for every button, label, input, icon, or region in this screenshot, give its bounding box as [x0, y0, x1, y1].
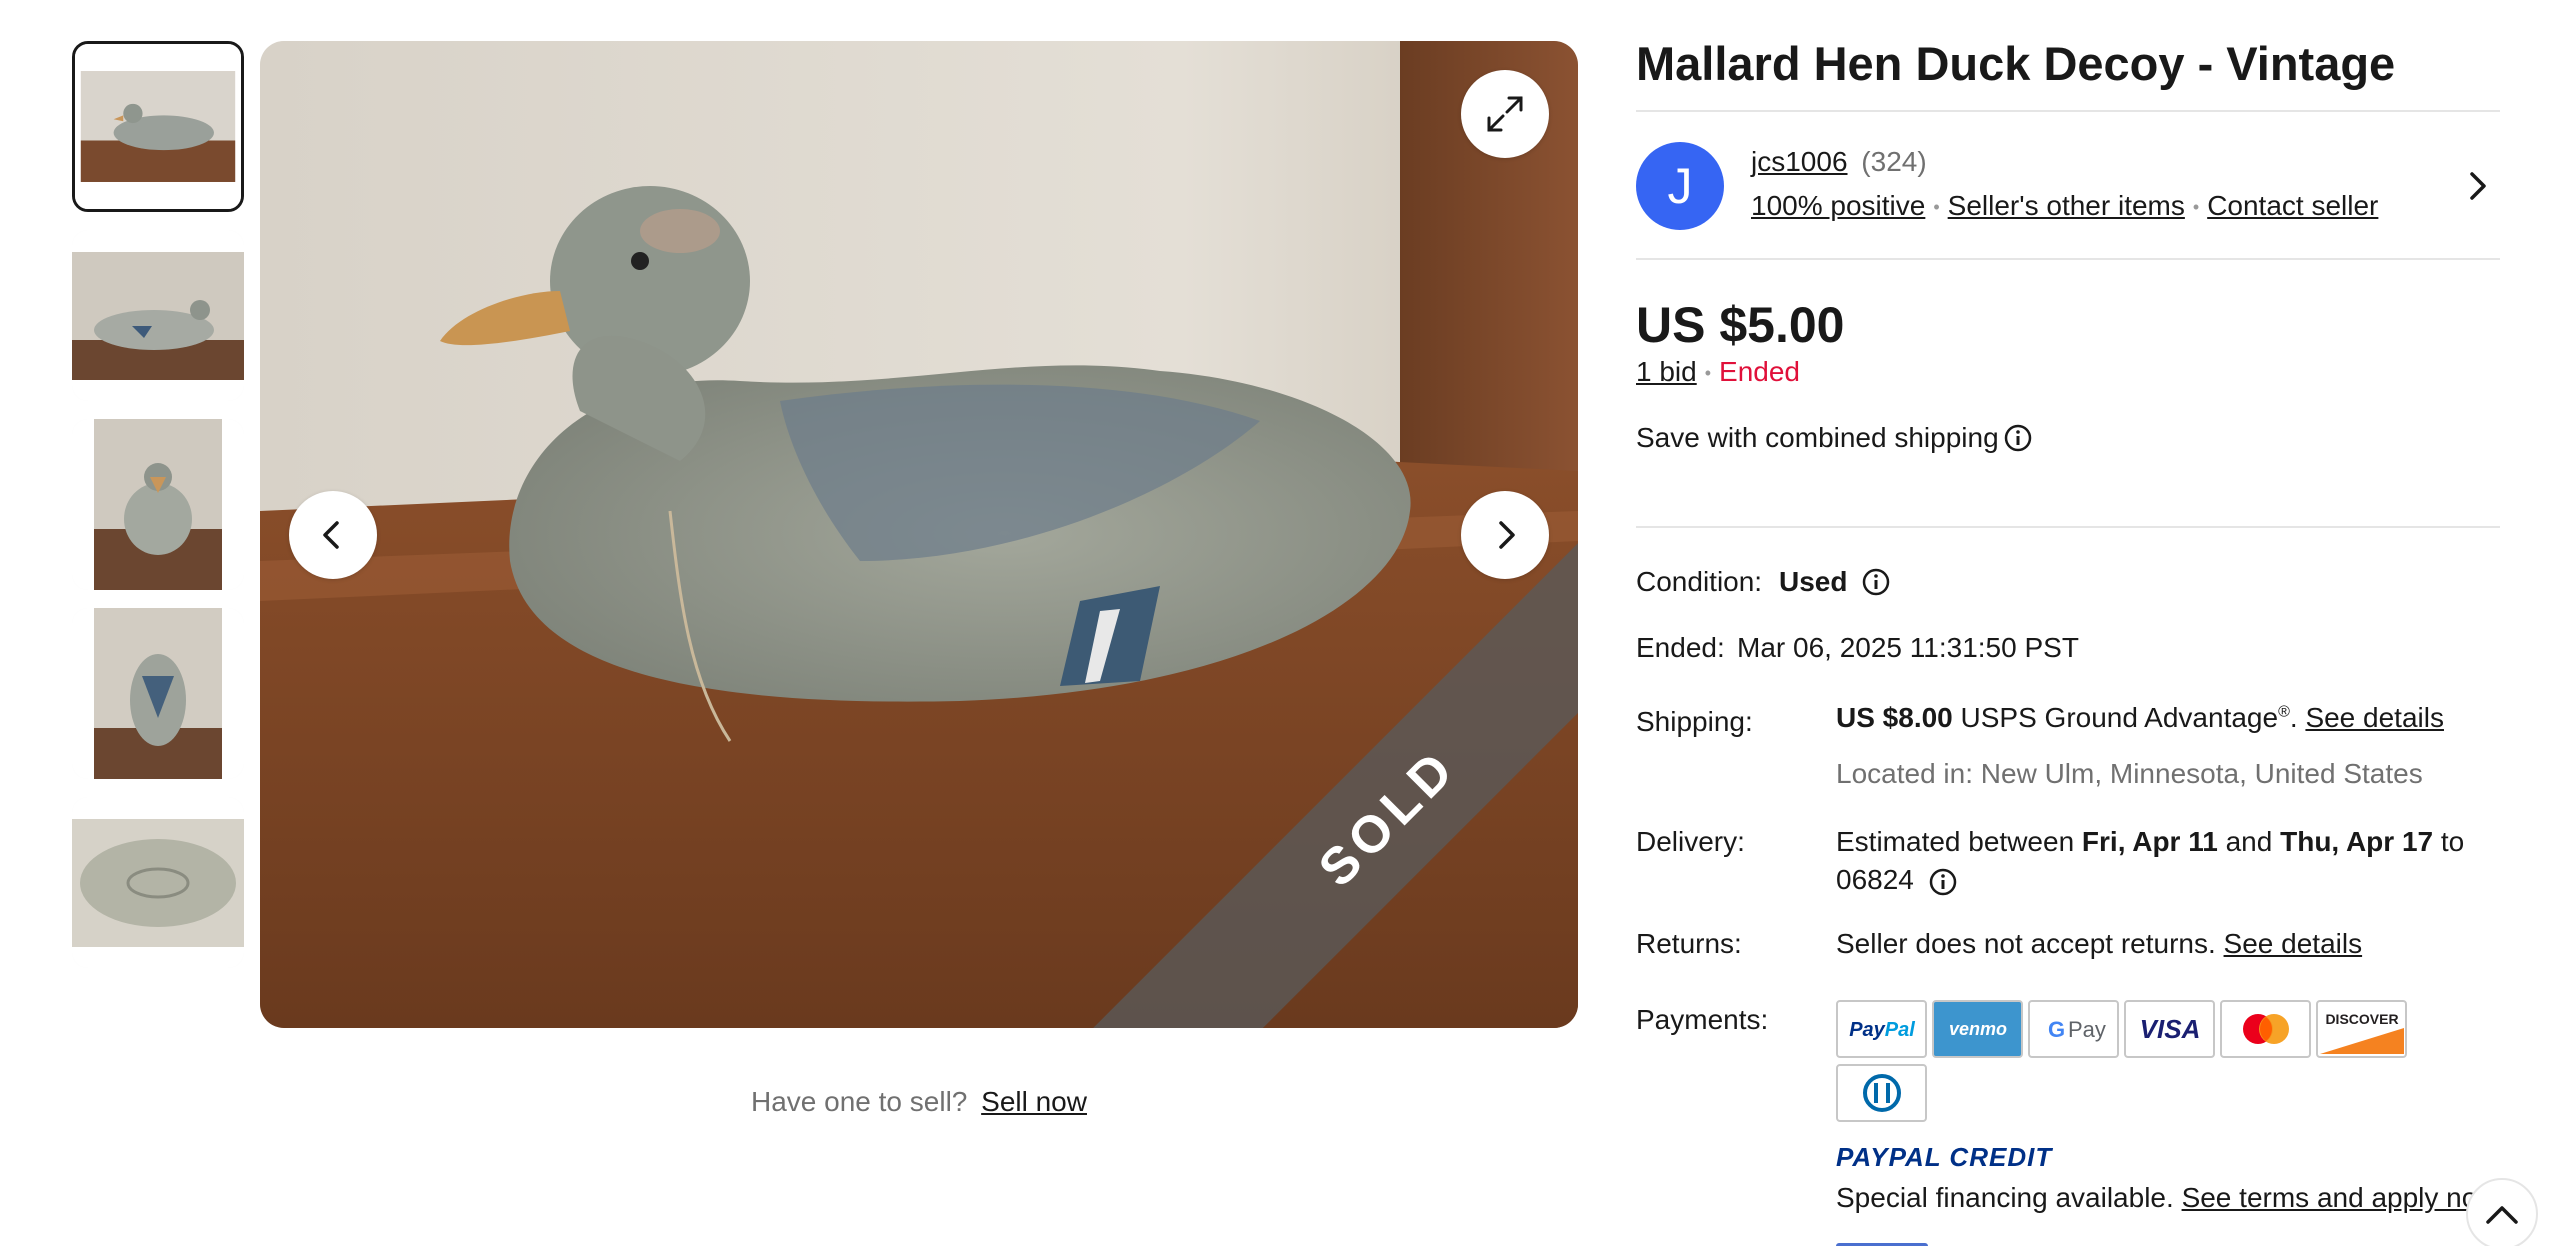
seller-avatar[interactable]: J	[1636, 142, 1724, 230]
next-image-button[interactable]	[1461, 491, 1549, 579]
svg-text:DISCOVER: DISCOVER	[2325, 1011, 2398, 1027]
thumbnail-1-image	[75, 44, 241, 209]
ended-label: Ended:	[1636, 632, 1725, 663]
delivery-to: to	[2440, 826, 2465, 857]
returns-info: Seller does not accept returns. See deta…	[1836, 928, 2362, 960]
seller-links: 100% positive • Seller's other items • Conta…	[1751, 190, 2378, 222]
separator-dot: •	[2192, 197, 2200, 218]
shipping-period: .	[2289, 702, 2298, 733]
divider	[1636, 110, 2500, 112]
expand-icon	[1487, 96, 1523, 132]
delivery-start: Fri, Apr 11	[2081, 826, 2218, 857]
registered-mark: ®	[2278, 703, 2290, 721]
shipping-service: USPS Ground Advantage	[1960, 702, 2279, 733]
auction-status: Ended	[1719, 356, 1800, 387]
chevron-left-icon	[323, 521, 339, 549]
discover-logo: DISCOVER	[2316, 1000, 2407, 1058]
shipping-details-link[interactable]: See details	[2305, 702, 2444, 733]
seller-name-row: jcs1006 (324)	[1751, 146, 1927, 178]
item-location: Located in: New Ulm, Minnesota, United S…	[1836, 758, 2423, 789]
divider	[1636, 258, 2500, 260]
delivery-prefix: Estimated between	[1836, 826, 2075, 857]
item-title: Mallard Hen Duck Decoy - Vintage	[1636, 37, 2396, 90]
thumbnail-4[interactable]	[72, 608, 244, 779]
info-icon[interactable]	[2003, 423, 2033, 453]
returns-label: Returns:	[1636, 928, 1742, 959]
seller-other-items-link[interactable]: Seller's other items	[1948, 190, 2185, 221]
sell-now-link[interactable]: Sell now	[981, 1086, 1087, 1117]
financing-terms-link[interactable]: See terms and apply now	[2182, 1182, 2498, 1213]
shipping-label: Shipping:	[1636, 706, 1753, 737]
chevron-right-icon	[1499, 521, 1515, 549]
bid-status-row: 1 bid • Ended	[1636, 356, 1800, 388]
svg-text:G: G	[2048, 1017, 2065, 1042]
main-product-image[interactable]: SOLD	[260, 41, 1578, 1028]
chevron-right-icon[interactable]	[2466, 170, 2490, 202]
diners-club-logo	[1836, 1064, 1927, 1122]
svg-text:Pay: Pay	[2068, 1017, 2106, 1042]
delivery-and: and	[2225, 826, 2273, 857]
financing-text: Special financing available.	[1836, 1182, 2174, 1213]
thumbnail-5-image	[72, 797, 244, 968]
back-to-top-button[interactable]	[2466, 1178, 2538, 1246]
contact-seller-link[interactable]: Contact seller	[2207, 190, 2378, 221]
thumbnail-3-image	[72, 419, 244, 590]
combined-shipping-text: Save with combined shipping	[1636, 422, 1999, 453]
sell-prompt-text: Have one to sell?	[751, 1086, 968, 1117]
google-pay-logo: G Pay	[2028, 1000, 2119, 1058]
payment-methods: PayPal venmo G Pay VISA DISCOVER	[1836, 1000, 2436, 1122]
delivery-estimate: Estimated between Fri, Apr 11 and Thu, A…	[1836, 823, 2476, 899]
returns-details-link[interactable]: See details	[2224, 928, 2363, 959]
condition-label: Condition:	[1636, 566, 1763, 597]
condition-value-row: Used	[1779, 566, 1891, 598]
seller-positive-link[interactable]: 100% positive	[1751, 190, 1925, 221]
thumbnail-4-image	[72, 608, 244, 779]
seller-name-link[interactable]: jcs1006	[1751, 146, 1848, 177]
divider	[1636, 526, 2500, 528]
chevron-up-icon	[2486, 1206, 2518, 1224]
visa-logo: VISA	[2124, 1000, 2215, 1058]
expand-image-button[interactable]	[1461, 70, 1549, 158]
thumbnail-list	[72, 41, 244, 986]
bid-count-link[interactable]: 1 bid	[1636, 356, 1697, 387]
ended-value: Mar 06, 2025 11:31:50 PST	[1737, 632, 2079, 663]
delivery-label: Delivery:	[1636, 826, 1745, 857]
svg-text:VISA: VISA	[2139, 1014, 2200, 1044]
svg-text:PayPal: PayPal	[1849, 1019, 1915, 1041]
paypal-credit-logo: PAYPAL CREDIT	[1836, 1142, 2053, 1172]
thumbnail-5[interactable]	[72, 797, 244, 968]
seller-card[interactable]: J jcs1006 (324) 100% positive • Seller's o…	[1636, 142, 2500, 232]
shipping-info: US $8.00 USPS Ground Advantage®. See det…	[1836, 702, 2444, 734]
delivery-zip[interactable]: 06824	[1836, 864, 1914, 895]
thumbnail-3[interactable]	[72, 419, 244, 590]
item-price: US $5.00	[1636, 297, 1845, 353]
special-financing: Special financing available. See terms a…	[1836, 1182, 2498, 1214]
info-icon[interactable]	[1861, 567, 1891, 597]
payments-label: Payments:	[1636, 1004, 1769, 1035]
thumbnail-2[interactable]	[72, 230, 244, 401]
thumbnail-2-image	[72, 230, 244, 401]
mastercard-logo	[2220, 1000, 2311, 1058]
svg-text:venmo: venmo	[1948, 1019, 2006, 1039]
delivery-end: Thu, Apr 17	[2280, 826, 2434, 857]
thumbnail-1[interactable]	[72, 41, 244, 212]
shipping-cost: US $8.00	[1836, 702, 1953, 733]
returns-text: Seller does not accept returns.	[1836, 928, 2216, 959]
separator-dot: •	[1933, 197, 1940, 218]
sell-prompt: Have one to sell? Sell now	[260, 1086, 1578, 1118]
separator-dot: •	[1704, 363, 1712, 384]
previous-image-button[interactable]	[289, 491, 377, 579]
combined-shipping[interactable]: Save with combined shipping	[1636, 422, 2033, 454]
seller-feedback-count: (324)	[1861, 146, 1927, 177]
info-icon[interactable]	[1928, 867, 1958, 897]
paypal-logo: PayPal	[1836, 1000, 1927, 1058]
condition-value: Used	[1779, 566, 1848, 597]
venmo-logo: venmo	[1932, 1000, 2023, 1058]
